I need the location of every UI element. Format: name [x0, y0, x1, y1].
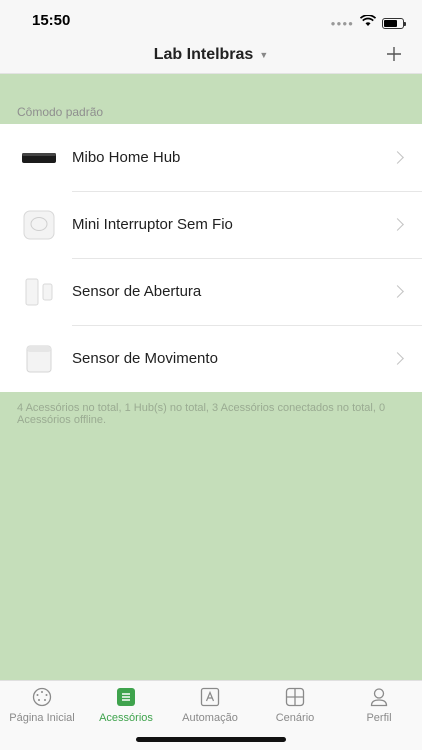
status-indicators: ●●●●: [330, 14, 406, 32]
page-title: Lab Intelbras: [153, 46, 254, 63]
device-label: Sensor de Movimento: [72, 350, 218, 367]
chevron-right-icon: [391, 151, 404, 164]
device-list: Mibo Home Hub Mini Interruptor Sem Fio S…: [0, 124, 422, 392]
scene-grid-icon: [253, 687, 337, 707]
automation-icon: [168, 687, 252, 707]
nav-bar: Lab Intelbras ▼: [0, 38, 422, 74]
tab-bar: Página Inicial Acessórios Automação Cená…: [0, 680, 422, 750]
device-label: Mibo Home Hub: [72, 149, 181, 166]
device-row-motion-sensor[interactable]: Sensor de Movimento: [0, 325, 422, 392]
device-row-switch[interactable]: Mini Interruptor Sem Fio: [0, 191, 422, 258]
tab-label: Perfil: [366, 712, 392, 724]
tab-profile[interactable]: Perfil: [337, 687, 421, 724]
wireless-switch-icon: [21, 207, 57, 243]
add-button[interactable]: [386, 42, 402, 68]
chevron-right-icon: [391, 218, 404, 231]
tab-accessories[interactable]: Acessórios: [84, 687, 168, 724]
chevron-right-icon: [391, 352, 404, 365]
home-dial-icon: [0, 687, 84, 707]
tab-label: Cenário: [275, 712, 315, 724]
device-label: Sensor de Abertura: [72, 283, 202, 300]
signal-dots-icon: ●●●●: [330, 18, 354, 28]
tab-label: Automação: [182, 712, 238, 724]
tab-label: Acessórios: [99, 712, 153, 724]
accessories-list-icon: [84, 687, 168, 707]
motion-sensor-icon: [21, 341, 57, 377]
status-time: 15:50: [32, 12, 71, 29]
device-row-door-sensor[interactable]: Sensor de Abertura: [0, 258, 422, 325]
profile-icon: [337, 687, 421, 707]
door-sensor-icon: [21, 274, 57, 310]
status-bar: 15:50 ●●●●: [0, 0, 422, 38]
caret-down-icon: ▼: [259, 49, 269, 60]
room-section-title: Cômodo padrão: [17, 105, 104, 119]
accessories-summary: 4 Acessórios no total, 1 Hub(s) no total…: [17, 402, 386, 426]
battery-icon: [382, 17, 406, 29]
home-indicator[interactable]: [136, 737, 286, 742]
chevron-right-icon: [391, 285, 404, 298]
wifi-icon: [359, 14, 377, 32]
tab-scene[interactable]: Cenário: [253, 687, 337, 724]
hub-icon: [21, 140, 57, 176]
device-row-hub[interactable]: Mibo Home Hub: [0, 124, 422, 191]
tab-label: Página Inicial: [9, 712, 75, 724]
device-label: Mini Interruptor Sem Fio: [72, 216, 233, 233]
plus-icon: [387, 47, 401, 61]
tab-automation[interactable]: Automação: [168, 687, 252, 724]
home-selector[interactable]: Lab Intelbras ▼: [0, 46, 422, 64]
tab-home[interactable]: Página Inicial: [0, 687, 84, 724]
